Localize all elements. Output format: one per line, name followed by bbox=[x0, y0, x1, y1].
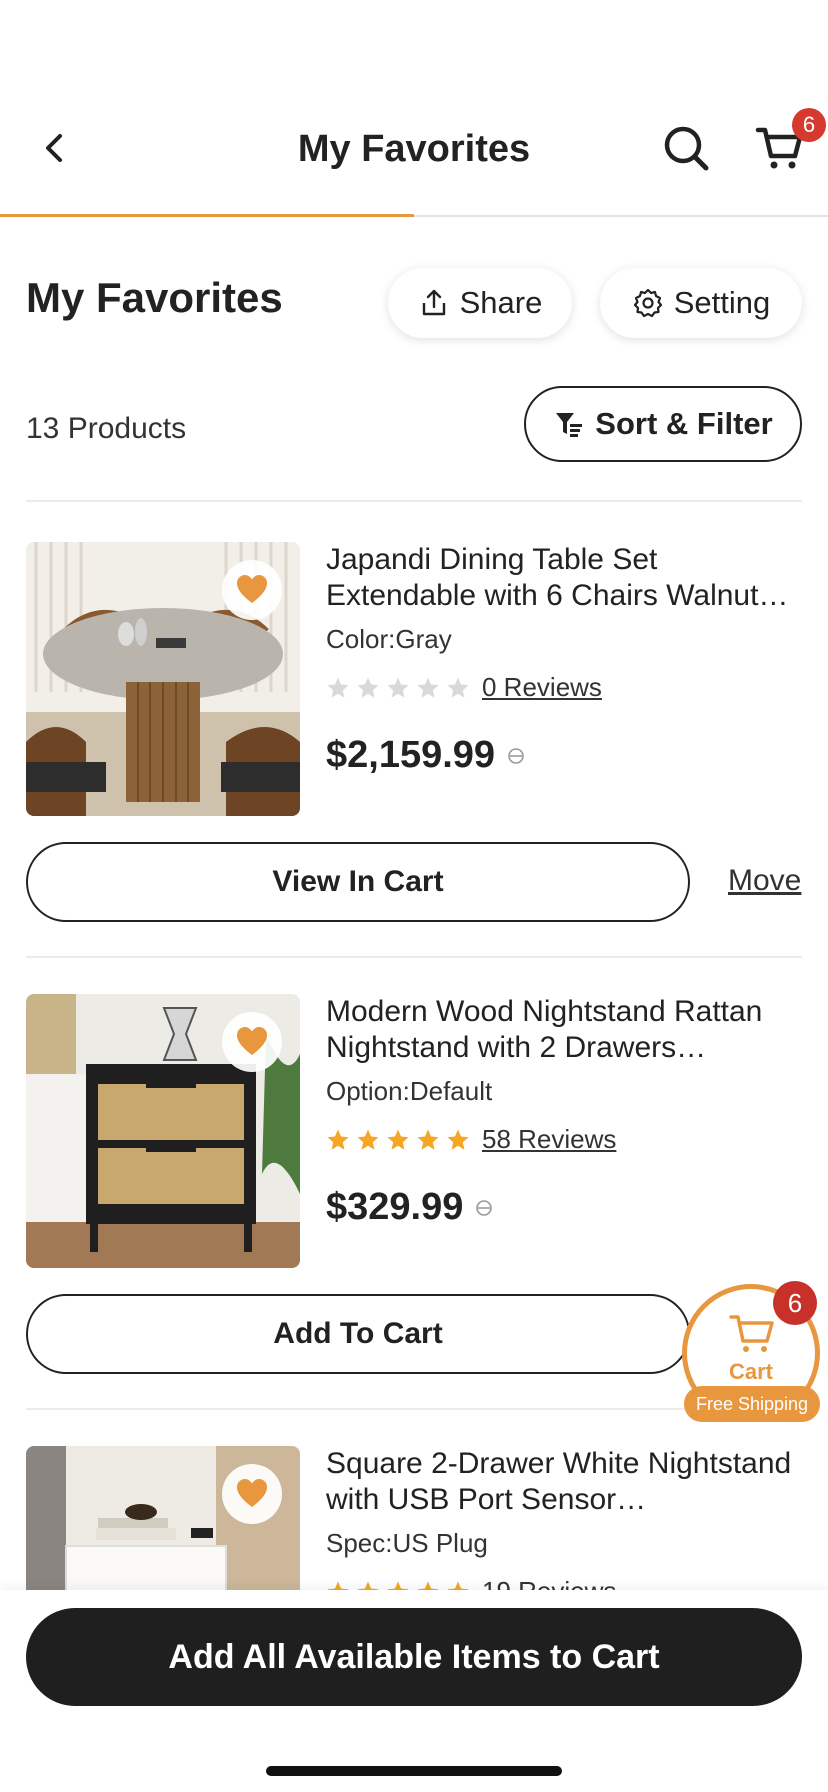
setting-label: Setting bbox=[673, 285, 771, 320]
floating-cart-badge: 6 bbox=[773, 1281, 817, 1325]
rating-stars bbox=[326, 676, 470, 700]
price-info-icon[interactable] bbox=[507, 747, 525, 765]
product-price: $2,159.99 bbox=[326, 734, 525, 777]
star-icon bbox=[417, 1129, 439, 1150]
price-value: $329.99 bbox=[326, 1186, 464, 1228]
filter-icon bbox=[556, 413, 583, 437]
product-count: 13 Products bbox=[26, 412, 187, 445]
list-toolbar: 13 Products Sort & Filter bbox=[0, 346, 828, 502]
favorite-toggle-button[interactable] bbox=[222, 560, 282, 620]
search-button[interactable] bbox=[660, 122, 712, 174]
view-in-cart-button[interactable]: View In Cart bbox=[26, 842, 690, 922]
star-icon bbox=[327, 677, 349, 698]
favorite-product-card: Japandi Dining Table Set Extendable with… bbox=[0, 506, 828, 958]
share-icon bbox=[422, 289, 445, 316]
product-price: $329.99 bbox=[326, 1186, 493, 1229]
favorite-toggle-button[interactable] bbox=[222, 1464, 282, 1524]
gear-icon bbox=[633, 288, 662, 318]
divider bbox=[26, 500, 802, 502]
add-all-to-cart-button[interactable]: Add All Available Items to Cart bbox=[26, 1608, 802, 1706]
reviews-link[interactable]: 0 Reviews bbox=[482, 672, 602, 703]
heart-icon bbox=[237, 1479, 267, 1507]
heart-icon bbox=[237, 1027, 267, 1055]
star-icon bbox=[387, 1129, 409, 1150]
product-name[interactable]: Square 2-Drawer White Nightstand with US… bbox=[326, 1446, 804, 1518]
star-icon bbox=[387, 677, 409, 698]
star-icon bbox=[447, 677, 469, 698]
star-icon bbox=[417, 677, 439, 698]
status-bar bbox=[0, 0, 828, 96]
product-option: Color:Gray bbox=[326, 624, 452, 654]
star-icon bbox=[327, 1129, 349, 1150]
sort-filter-label: Sort & Filter bbox=[595, 406, 773, 441]
reviews-link[interactable]: 58 Reviews bbox=[482, 1124, 616, 1155]
product-option: Spec:US Plug bbox=[326, 1528, 488, 1558]
star-icon bbox=[357, 677, 379, 698]
sort-filter-button[interactable]: Sort & Filter bbox=[524, 386, 802, 462]
favorite-toggle-button[interactable] bbox=[222, 1012, 282, 1072]
section-title: My Favorites bbox=[26, 274, 283, 321]
price-info-icon[interactable] bbox=[475, 1199, 493, 1217]
search-icon bbox=[664, 126, 709, 171]
share-label: Share bbox=[459, 285, 543, 320]
cart-count-badge: 6 bbox=[792, 108, 826, 142]
star-icon bbox=[447, 1129, 469, 1150]
product-name[interactable]: Modern Wood Nightstand Rattan Nightstand… bbox=[326, 994, 804, 1066]
home-indicator bbox=[266, 1766, 562, 1776]
add-to-cart-button[interactable]: Add To Cart bbox=[26, 1294, 690, 1374]
product-name[interactable]: Japandi Dining Table Set Extendable with… bbox=[326, 542, 804, 614]
bottom-action-bar: Add All Available Items to Cart bbox=[0, 1590, 828, 1792]
free-shipping-tag: Free Shipping bbox=[684, 1386, 820, 1422]
setting-button[interactable]: Setting bbox=[600, 268, 802, 338]
move-link[interactable]: Move bbox=[728, 864, 801, 898]
product-option: Option:Default bbox=[326, 1076, 493, 1106]
favorites-section-header: My Favorites Share Setting bbox=[0, 216, 828, 346]
floating-cart-label: Cart bbox=[728, 1359, 773, 1384]
star-icon bbox=[357, 1129, 379, 1150]
cart-icon bbox=[729, 1315, 774, 1352]
share-button[interactable]: Share bbox=[388, 268, 572, 338]
price-value: $2,159.99 bbox=[326, 734, 496, 776]
top-nav-bar: My Favorites 6 bbox=[0, 96, 828, 217]
rating-stars bbox=[326, 1128, 470, 1152]
heart-icon bbox=[237, 575, 267, 603]
